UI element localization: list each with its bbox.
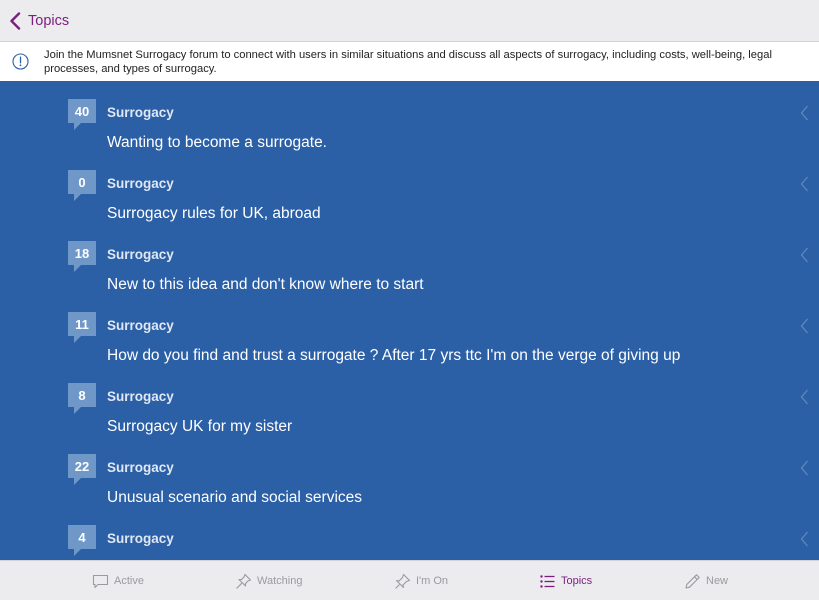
forum-name: Surrogacy xyxy=(107,460,174,475)
list-icon xyxy=(540,574,555,588)
banner-text: Join the Mumsnet Surrogacy forum to conn… xyxy=(44,48,772,75)
tab-label: New xyxy=(706,575,729,587)
thread-title: Surrogacy rules for UK, abroad xyxy=(107,205,321,222)
reply-count-badge: 0 xyxy=(68,170,96,201)
tab-label: Topics xyxy=(561,575,593,587)
info-icon xyxy=(12,53,29,70)
tab-im-on[interactable]: I'm On xyxy=(394,561,448,600)
back-button-label: Topics xyxy=(28,12,70,29)
topic-row[interactable]: 11 Surrogacy How do you find and trust a… xyxy=(0,294,819,365)
tab-topics[interactable]: Topics xyxy=(539,561,592,600)
tab-bar: Active Watching I'm On Topics New xyxy=(0,560,819,600)
tab-active[interactable]: Active xyxy=(92,561,144,600)
reply-count-badge: 22 xyxy=(68,454,96,485)
tab-label: Watching xyxy=(257,575,303,587)
topic-row[interactable]: 18 Surrogacy New to this idea and don't … xyxy=(0,223,819,294)
forum-name: Surrogacy xyxy=(107,389,174,404)
thread-title: Unusual scenario and social services xyxy=(107,489,363,506)
pin-icon xyxy=(236,573,252,589)
chevron-left-icon xyxy=(800,531,808,547)
reply-count-badge: 18 xyxy=(68,241,96,272)
chevron-left-icon xyxy=(800,389,808,405)
tab-new[interactable]: New xyxy=(684,561,728,600)
navigation-bar: Topics xyxy=(0,0,819,42)
topic-row[interactable]: 40 Surrogacy Wanting to become a surroga… xyxy=(0,81,819,152)
thread-title: How do you find and trust a surrogate ? … xyxy=(107,347,681,364)
topic-row[interactable]: 0 Surrogacy Surrogacy rules for UK, abro… xyxy=(0,152,819,223)
speech-bubble-icon xyxy=(92,574,109,588)
forum-name: Surrogacy xyxy=(107,105,174,120)
topic-row[interactable]: 4 Surrogacy xyxy=(0,507,819,560)
topic-row[interactable]: 22 Surrogacy Unusual scenario and social… xyxy=(0,436,819,507)
thread-title: Surrogacy UK for my sister xyxy=(107,418,293,435)
reply-count-badge: 8 xyxy=(68,383,96,414)
reply-count-badge: 4 xyxy=(68,525,96,556)
chevron-left-icon xyxy=(800,176,808,192)
thread-title: New to this idea and don't know where to… xyxy=(107,276,424,293)
forum-name: Surrogacy xyxy=(107,176,174,191)
forum-info-banner: Join the Mumsnet Surrogacy forum to conn… xyxy=(0,42,819,81)
pencil-icon xyxy=(685,573,700,589)
thread-title: Wanting to become a surrogate. xyxy=(107,134,327,151)
chevron-left-icon xyxy=(800,105,808,121)
forum-name: Surrogacy xyxy=(107,247,174,262)
chevron-left-icon xyxy=(800,460,808,476)
topic-list: 40 Surrogacy Wanting to become a surroga… xyxy=(0,81,819,560)
pushpin-icon xyxy=(395,573,411,589)
topic-row[interactable]: 8 Surrogacy Surrogacy UK for my sister xyxy=(0,365,819,436)
chevron-left-icon xyxy=(800,318,808,334)
tab-label: I'm On xyxy=(416,575,449,587)
reply-count-badge: 40 xyxy=(68,99,96,130)
tab-watching[interactable]: Watching xyxy=(235,561,302,600)
forum-name: Surrogacy xyxy=(107,531,174,546)
reply-count-badge: 11 xyxy=(68,312,96,343)
tab-label: Active xyxy=(114,575,144,587)
chevron-left-icon xyxy=(10,11,21,30)
chevron-left-icon xyxy=(800,247,808,263)
back-button[interactable]: Topics xyxy=(9,11,70,30)
forum-name: Surrogacy xyxy=(107,318,174,333)
